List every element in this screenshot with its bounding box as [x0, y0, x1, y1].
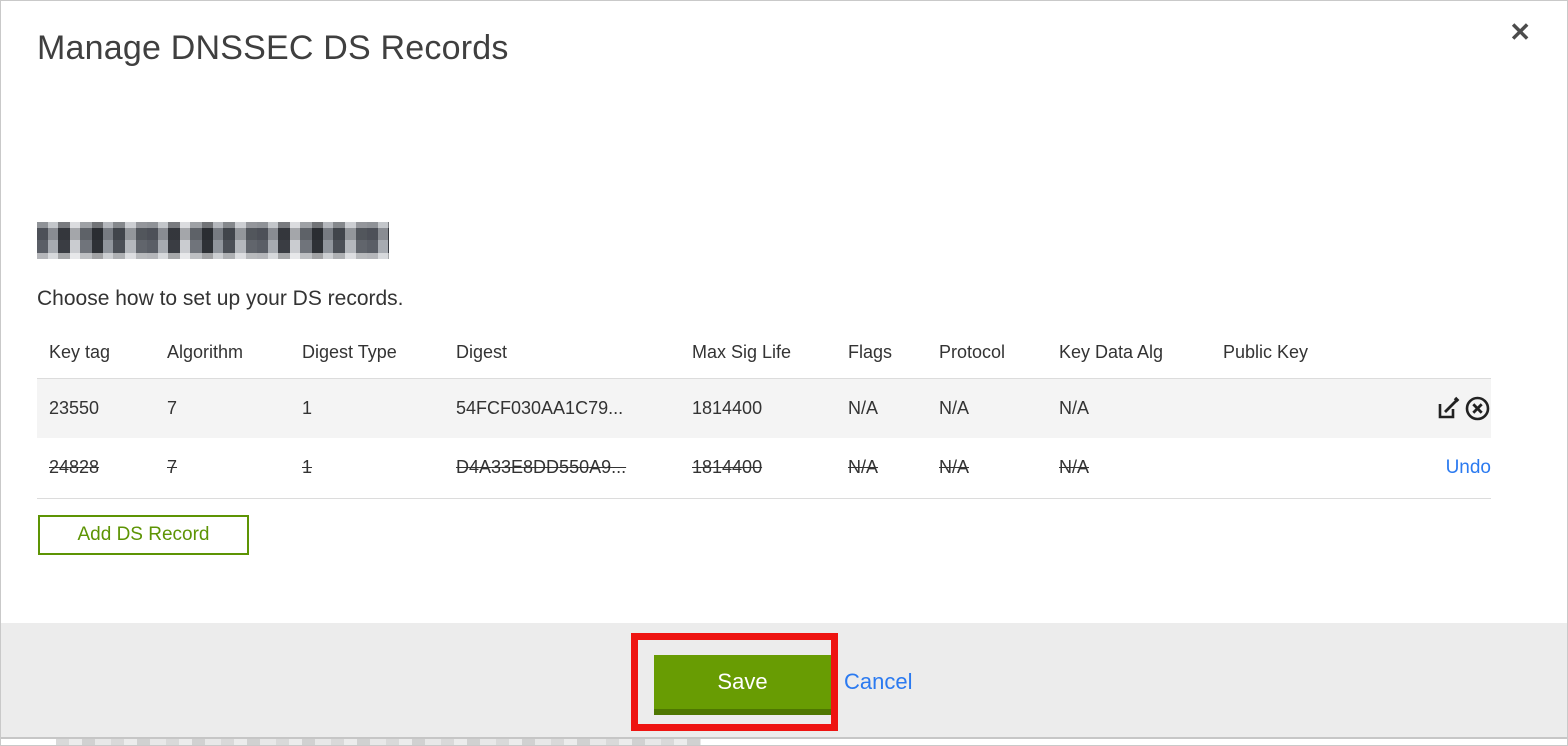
redacted-background-content: [56, 739, 701, 745]
cell-public-key: [1223, 378, 1363, 438]
cell-protocol: N/A: [939, 397, 970, 418]
edit-icon: [1438, 396, 1460, 419]
header-algorithm: Algorithm: [167, 341, 244, 362]
cell-digest: D4A33E8DD550A9...: [456, 457, 627, 478]
header-public-key: Public Key: [1223, 341, 1309, 362]
cell-key-tag: 23550: [49, 397, 100, 418]
cell-max-sig-life: 1814400: [692, 397, 763, 418]
table-header-row: Key tag Algorithm Digest Type Digest Max…: [37, 327, 1491, 378]
cell-digest-type: 1: [302, 457, 313, 478]
cell-key-data-alg: N/A: [1059, 457, 1090, 478]
dnssec-modal: Manage DNSSEC DS Records ✕ Choose how to…: [0, 0, 1568, 746]
header-max-sig-life: Max Sig Life: [692, 341, 792, 362]
save-button[interactable]: Save: [654, 655, 831, 715]
redacted-domain-name: [37, 222, 389, 259]
header-flags: Flags: [848, 341, 893, 362]
ds-records-table: Key tag Algorithm Digest Type Digest Max…: [37, 327, 1491, 499]
subtitle-text: Choose how to set up your DS records.: [37, 287, 404, 310]
cell-digest-type: 1: [302, 397, 313, 418]
cell-actions: [1363, 378, 1491, 438]
edit-record-button[interactable]: [1436, 396, 1461, 421]
table-row: 24828 7 1 D4A33E8DD550A9... 1814400 N/A …: [37, 438, 1491, 498]
delete-record-button[interactable]: [1464, 395, 1491, 422]
page-title: Manage DNSSEC DS Records: [37, 29, 509, 67]
table-row: 23550 7 1 54FCF030AA1C79... 1814400 N/A …: [37, 378, 1491, 438]
cell-algorithm: 7: [167, 457, 178, 478]
cell-key-tag: 24828: [49, 457, 100, 478]
cell-public-key: [1223, 438, 1363, 498]
cell-flags: N/A: [848, 457, 879, 478]
cell-actions: Undo: [1363, 438, 1491, 498]
cell-flags: N/A: [848, 397, 879, 418]
header-actions: [1363, 327, 1491, 378]
cancel-link[interactable]: Cancel: [844, 669, 912, 695]
add-ds-record-button[interactable]: Add DS Record: [38, 515, 249, 555]
cell-protocol: N/A: [939, 457, 970, 478]
cell-algorithm: 7: [167, 397, 178, 418]
cell-key-data-alg: N/A: [1059, 397, 1090, 418]
header-digest-type: Digest Type: [302, 341, 397, 362]
delete-icon: [1465, 396, 1490, 421]
cell-digest: 54FCF030AA1C79...: [456, 397, 624, 418]
header-key-data-alg: Key Data Alg: [1059, 341, 1164, 362]
cell-max-sig-life: 1814400: [692, 457, 763, 478]
header-protocol: Protocol: [939, 341, 1006, 362]
header-digest: Digest: [456, 341, 508, 362]
close-icon[interactable]: ✕: [1509, 19, 1531, 45]
undo-link[interactable]: Undo: [1446, 457, 1491, 479]
header-key-tag: Key tag: [49, 341, 111, 362]
